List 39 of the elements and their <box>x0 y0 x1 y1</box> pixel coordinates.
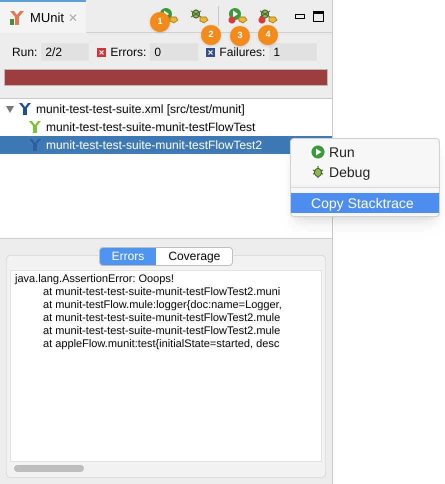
step-badge: 2 <box>201 25 221 45</box>
counter-label: Run: <box>12 44 38 61</box>
status-icon <box>206 48 216 56</box>
step-badge: 4 <box>258 25 278 45</box>
stack-frame: at appleFlow.munit:test{initialState=started, desc <box>15 338 321 351</box>
maximize-button[interactable] <box>313 10 324 22</box>
tree-label: munit-test-test-suite.xml [src/test/munit] <box>36 101 245 118</box>
counter-value: 0 <box>150 43 198 61</box>
step-badge: 3 <box>230 26 250 46</box>
counter-label: Failures: <box>219 44 266 61</box>
view-tab[interactable]: MUnit ✕ <box>0 0 86 33</box>
minimize-button[interactable] <box>295 14 305 18</box>
stack-frame: at munit-test-test-suite-munit-testFlowTest2.mule <box>15 325 321 338</box>
counter-value: 2/2 <box>41 43 90 61</box>
counter-label: Errors: <box>110 44 146 61</box>
logo-icon <box>8 8 26 26</box>
tree-label: munit-test-test-suite-munit-testFlowTest <box>46 119 256 136</box>
tree-row[interactable]: munit-test-test-suite-munit-testFlowTest <box>0 118 332 136</box>
stack-frame: at munit-testFlow.mule:logger{doc:name=Logger, <box>15 299 321 312</box>
run-icon <box>311 145 325 159</box>
menu-item[interactable]: Debug <box>291 162 439 182</box>
stack-frame: at munit-test-test-suite-munit-testFlowTest2.mule <box>15 312 321 325</box>
counter-value: 1 <box>269 43 318 61</box>
bug-icon <box>311 165 325 179</box>
tab-title: MUnit <box>30 8 64 27</box>
suite-icon <box>18 102 32 116</box>
stack-frame: at munit-test-test-suite-munit-testFlowTest2.muni <box>15 286 321 299</box>
tree-row[interactable]: munit-test-test-suite.xml [src/test/munit] <box>0 100 332 118</box>
error-message: java.lang.AssertionError: Ooops! <box>15 273 175 286</box>
expander-icon[interactable] <box>6 106 14 112</box>
tree-label: munit-test-test-suite-munit-testFlowTest2 <box>46 137 262 154</box>
run-failed-icon[interactable] <box>227 7 249 25</box>
debug-failed-icon[interactable] <box>257 7 279 25</box>
debug-icon[interactable] <box>188 7 210 25</box>
scrollbar-thumb[interactable] <box>14 464 84 472</box>
status-icon <box>97 48 106 56</box>
test-icon <box>28 138 42 152</box>
test-icon <box>28 120 42 134</box>
step-badge: 1 <box>150 12 170 32</box>
